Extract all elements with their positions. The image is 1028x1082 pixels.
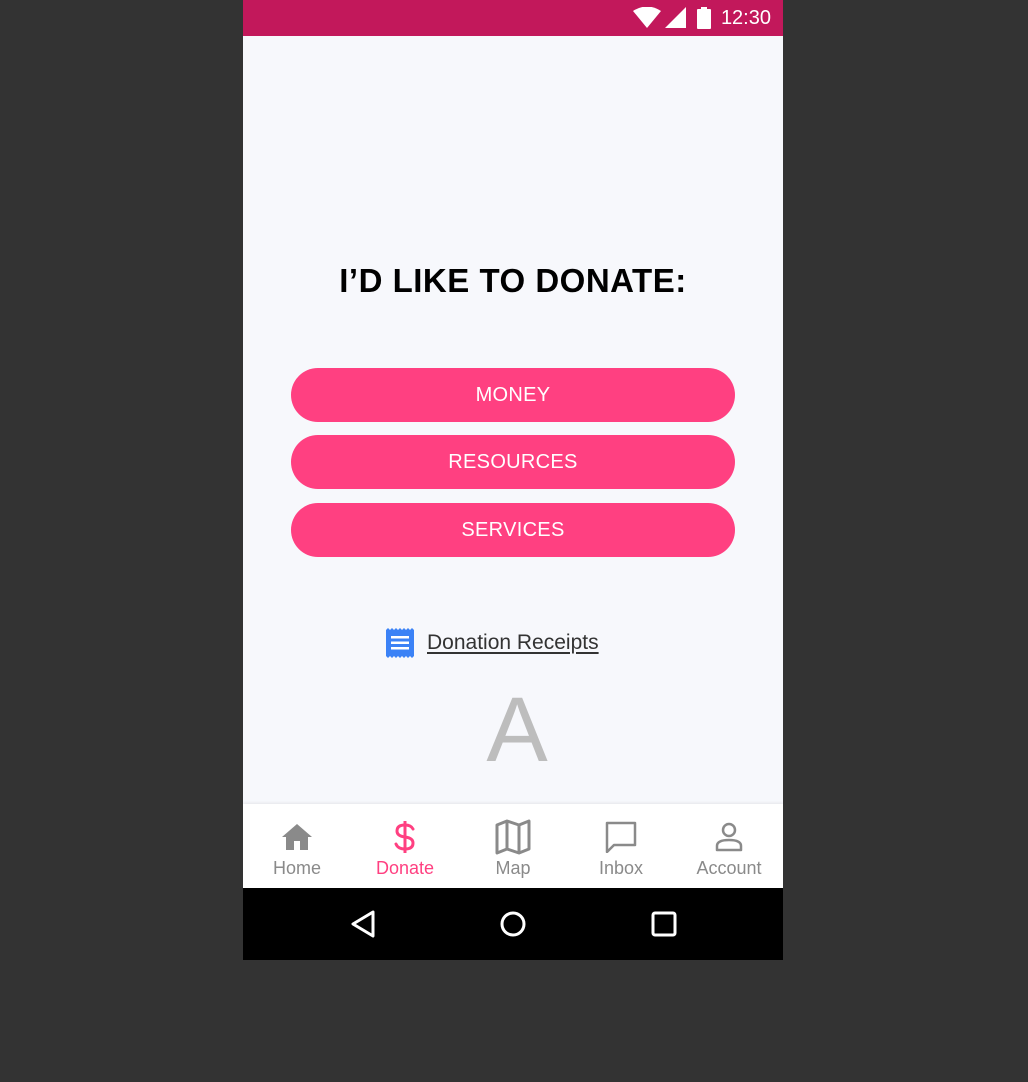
recents-icon[interactable] xyxy=(646,906,682,942)
nav-item-home[interactable]: Home xyxy=(243,804,351,888)
back-icon[interactable] xyxy=(345,906,381,942)
donation-receipts-label: Donation Receipts xyxy=(427,631,599,654)
donation-receipts-link[interactable]: Donation Receipts xyxy=(386,627,599,659)
nav-label-account: Account xyxy=(696,858,762,878)
status-time: 12:30 xyxy=(720,6,771,29)
page-title: I’D LIKE TO DONATE: xyxy=(339,262,687,299)
nav-item-account[interactable]: Account xyxy=(675,804,783,888)
resources-button-label: RESOURCES xyxy=(448,450,578,473)
nav-item-inbox[interactable]: Inbox xyxy=(567,804,675,888)
status-icons: 12:30 xyxy=(632,0,771,36)
map-icon xyxy=(494,818,532,856)
resources-button[interactable]: RESOURCES xyxy=(291,435,735,489)
wifi-icon xyxy=(632,7,661,29)
receipt-icon xyxy=(386,628,427,658)
money-button[interactable]: MONEY xyxy=(291,368,735,422)
home-icon xyxy=(278,818,316,856)
dollar-icon xyxy=(386,818,424,856)
system-navigation-bar xyxy=(243,888,783,960)
battery-icon xyxy=(696,7,711,29)
nav-label-donate: Donate xyxy=(375,858,435,878)
home-circle-icon[interactable] xyxy=(495,906,531,942)
watermark-letter: A xyxy=(486,679,548,781)
nav-item-map[interactable]: Map xyxy=(459,804,567,888)
nav-label-inbox: Inbox xyxy=(598,858,644,878)
services-button[interactable]: SERVICES xyxy=(291,503,735,557)
nav-label-home: Home xyxy=(272,858,321,878)
phone-screen: 12:30 I’D LIKE TO DONATE: MONEY RESOURCE… xyxy=(243,0,783,960)
person-icon xyxy=(710,818,748,856)
nav-label-map: Map xyxy=(495,858,531,878)
nav-item-donate[interactable]: Donate xyxy=(351,804,459,888)
status-bar: 12:30 xyxy=(243,0,783,36)
chat-icon xyxy=(602,818,640,856)
bottom-navigation: Home Donate Map Inbox Account xyxy=(243,804,783,888)
money-button-label: MONEY xyxy=(475,383,551,406)
signal-icon xyxy=(664,7,687,29)
services-button-label: SERVICES xyxy=(461,518,565,541)
